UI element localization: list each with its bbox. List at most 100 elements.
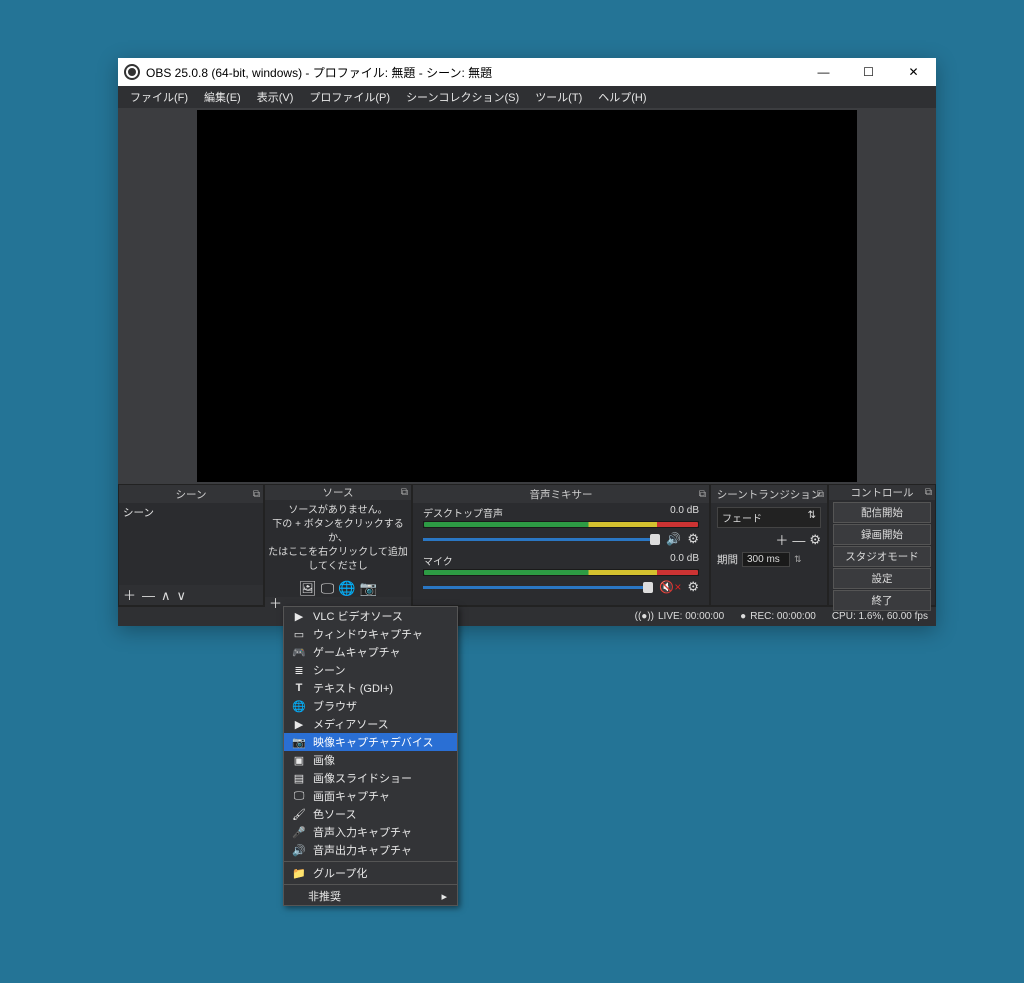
rec-time: REC: 00:00:00	[750, 611, 816, 622]
menu-media-source[interactable]: ▶メディアソース	[284, 715, 457, 733]
menu-image-slideshow[interactable]: ▤画像スライドショー	[284, 769, 457, 787]
menu-view[interactable]: 表示(V)	[249, 89, 302, 105]
dock-popout-icon[interactable]: ⧉	[699, 489, 706, 500]
sources-header[interactable]: ソース ⧉	[265, 485, 411, 500]
volume-meter	[424, 522, 698, 527]
channel-name: デスクトップ音声	[423, 505, 503, 520]
menu-tools[interactable]: ツール(T)	[527, 89, 590, 105]
scenes-dock: シーン ⧉ シーン ＋ — ∧ ∨	[118, 484, 264, 606]
gear-icon[interactable]: ⚙	[687, 531, 699, 547]
volume-meter	[424, 570, 698, 575]
transition-remove-icon[interactable]: —	[792, 534, 805, 547]
stepper-icon[interactable]: ⇅	[794, 554, 802, 565]
window-title: OBS 25.0.8 (64-bit, windows) - プロファイル: 無…	[146, 64, 801, 81]
image-icon: 🖼	[299, 580, 317, 597]
scene-down-icon[interactable]: ∨	[177, 589, 187, 602]
studio-mode-button[interactable]: スタジオモード	[833, 546, 931, 567]
monitor-icon: 🖵	[292, 790, 306, 803]
menu-display-capture[interactable]: 🖵画面キャプチャ	[284, 787, 457, 805]
controls-dock: コントロール ⧉ 配信開始 録画開始 スタジオモード 設定 終了	[828, 484, 936, 606]
camera-icon: 📷	[292, 736, 306, 749]
speaker-icon[interactable]: 🔊	[666, 532, 681, 546]
menu-browser-source[interactable]: 🌐ブラウザ	[284, 697, 457, 715]
volume-slider[interactable]	[423, 586, 653, 589]
menu-edit[interactable]: 編集(E)	[196, 89, 249, 105]
menu-file[interactable]: ファイル(F)	[122, 89, 196, 105]
duration-label: 期間	[717, 552, 738, 567]
menu-window-capture[interactable]: ▭ウィンドウキャプチャ	[284, 625, 457, 643]
menu-help[interactable]: ヘルプ(H)	[590, 89, 654, 105]
menu-group[interactable]: 📁グループ化	[284, 864, 457, 882]
menu-separator	[284, 861, 457, 862]
maximize-button[interactable]: ☐	[846, 58, 891, 86]
dock-popout-icon[interactable]: ⧉	[253, 489, 260, 500]
menu-game-capture[interactable]: 🎮ゲームキャプチャ	[284, 643, 457, 661]
scenes-header[interactable]: シーン ⧉	[119, 485, 263, 503]
mic-icon: 🎤	[292, 826, 306, 839]
menu-video-capture-device[interactable]: 📷映像キャプチャデバイス	[284, 733, 457, 751]
menu-deprecated[interactable]: 非推奨▸	[284, 887, 457, 905]
scene-add-icon[interactable]: ＋	[123, 589, 136, 602]
menu-audio-output[interactable]: 🔊音声出力キャプチャ	[284, 841, 457, 859]
transitions-body: フェード ⇅ ＋ — ⚙ 期間 300 ms ⇅	[711, 503, 827, 571]
play-icon: ▶	[292, 610, 306, 623]
image-icon: ▣	[292, 754, 306, 767]
dock-row: シーン ⧉ シーン ＋ — ∧ ∨ ソース ⧉ ソースがありません。	[118, 484, 936, 606]
scene-up-icon[interactable]: ∧	[161, 589, 171, 602]
dock-popout-icon[interactable]: ⧉	[817, 489, 824, 500]
exit-button[interactable]: 終了	[833, 590, 931, 611]
record-icon: ●	[740, 611, 746, 622]
hint-line2: 下の + ボタンをクリックするか、	[267, 518, 409, 546]
status-cpu: CPU: 1.6%, 60.00 fps	[832, 611, 928, 622]
controls-header[interactable]: コントロール ⧉	[829, 485, 935, 500]
mixer-body: デスクトップ音声 0.0 dB 🔊 ⚙ マイク 0.0 dB	[413, 503, 709, 605]
hint-line1: ソースがありません。	[267, 504, 409, 518]
menu-audio-input[interactable]: 🎤音声入力キャプチャ	[284, 823, 457, 841]
settings-button[interactable]: 設定	[833, 568, 931, 589]
transitions-header[interactable]: シーントランジション ⧉	[711, 485, 827, 503]
scene-remove-icon[interactable]: —	[142, 589, 155, 602]
dock-popout-icon[interactable]: ⧉	[925, 487, 932, 498]
gamepad-icon: 🎮	[292, 646, 306, 659]
controls-title: コントロール	[829, 485, 935, 500]
live-time: LIVE: 00:00:00	[658, 611, 724, 622]
cpu-text: CPU: 1.6%, 60.00 fps	[832, 611, 928, 622]
sources-body[interactable]: ソースがありません。 下の + ボタンをクリックするか、 たはここを右クリックし…	[265, 500, 411, 597]
transition-add-icon[interactable]: ＋	[775, 534, 788, 547]
speaker-muted-icon[interactable]: 🔇×	[659, 580, 681, 594]
globe-icon: 🌐	[292, 700, 306, 713]
start-recording-button[interactable]: 録画開始	[833, 524, 931, 545]
transitions-title: シーントランジション	[711, 487, 827, 502]
scenes-body[interactable]: シーン	[119, 503, 263, 585]
menu-text-gdi[interactable]: Tテキスト (GDI+)	[284, 679, 457, 697]
menu-separator	[284, 884, 457, 885]
start-streaming-button[interactable]: 配信開始	[833, 502, 931, 523]
source-add-icon[interactable]: ＋	[269, 597, 282, 610]
mixer-title: 音声ミキサー	[413, 487, 709, 502]
minimize-button[interactable]: —	[801, 58, 846, 86]
mixer-header[interactable]: 音声ミキサー ⧉	[413, 485, 709, 503]
globe-icon: 🌐	[338, 580, 355, 597]
channel-db: 0.0 dB	[670, 553, 699, 568]
duration-input[interactable]: 300 ms	[742, 552, 790, 567]
menu-scene-collection[interactable]: シーンコレクション(S)	[398, 89, 527, 105]
titlebar[interactable]: OBS 25.0.8 (64-bit, windows) - プロファイル: 無…	[118, 58, 936, 86]
transition-value: フェード	[722, 510, 762, 525]
gear-icon[interactable]: ⚙	[687, 579, 699, 595]
transition-select[interactable]: フェード ⇅	[717, 507, 821, 528]
lines-icon: ≣	[292, 664, 306, 677]
menu-scene-source[interactable]: ≣シーン	[284, 661, 457, 679]
gear-icon[interactable]: ⚙	[809, 532, 821, 548]
scenes-footer: ＋ — ∧ ∨	[119, 585, 263, 605]
scene-item[interactable]: シーン	[123, 505, 154, 520]
close-button[interactable]: ✕	[891, 58, 936, 86]
volume-slider[interactable]	[423, 538, 660, 541]
menu-image-source[interactable]: ▣画像	[284, 751, 457, 769]
menu-profile[interactable]: プロファイル(P)	[301, 89, 398, 105]
dock-popout-icon[interactable]: ⧉	[401, 487, 408, 498]
menubar: ファイル(F) 編集(E) 表示(V) プロファイル(P) シーンコレクション(…	[118, 86, 936, 108]
preview-canvas[interactable]	[197, 110, 857, 482]
folder-icon: 📁	[292, 867, 306, 880]
menu-vlc-video-source[interactable]: ▶VLC ビデオソース	[284, 607, 457, 625]
menu-color-source[interactable]: 🖌色ソース	[284, 805, 457, 823]
